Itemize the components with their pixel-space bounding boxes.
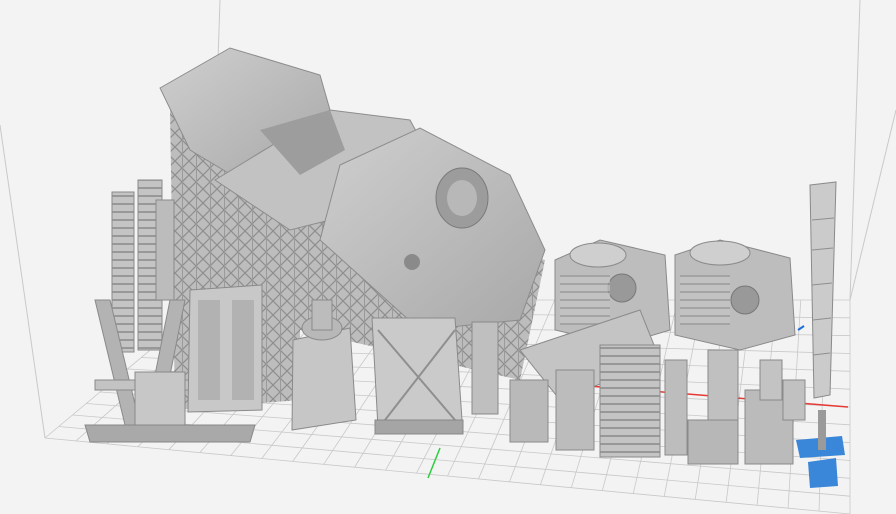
part-engine-block-right[interactable] (674, 239, 796, 351)
build-volume-scene[interactable] (0, 0, 896, 514)
part-door-panel[interactable] (187, 284, 263, 413)
part-crate[interactable] (371, 317, 464, 435)
part-tall-column[interactable] (471, 321, 499, 415)
3d-viewport[interactable] (0, 0, 896, 514)
